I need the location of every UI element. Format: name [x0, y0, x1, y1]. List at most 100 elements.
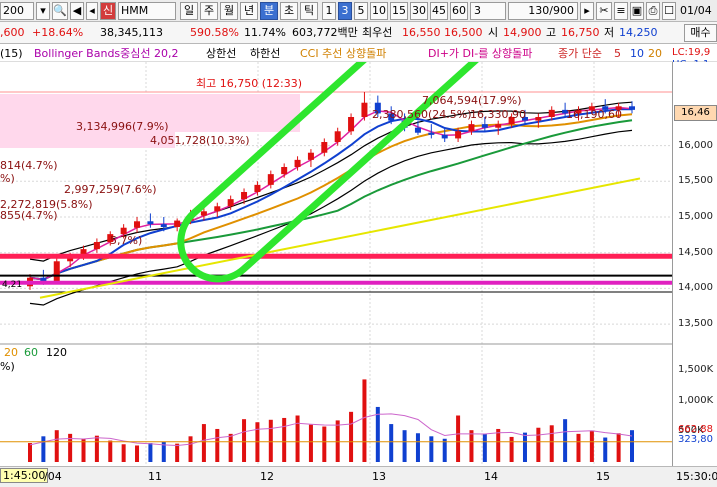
period-button[interactable]: 일: [180, 2, 198, 20]
volume-bar: [482, 433, 487, 462]
print-icon[interactable]: ⎙: [646, 2, 660, 20]
code-field[interactable]: 200: [0, 2, 34, 20]
legend-ma5[interactable]: 5: [614, 47, 621, 60]
volume-bar: [54, 430, 59, 462]
legend-di[interactable]: DI+가 DI-를 상향돌파: [428, 47, 532, 60]
period-button[interactable]: 년: [240, 2, 258, 20]
menu-icon[interactable]: ≡: [614, 2, 628, 20]
volume-bar: [496, 428, 501, 462]
candle-body: [481, 124, 488, 128]
time-end: 15:30:00: [676, 470, 717, 483]
price-chart[interactable]: 최고 16,750 (12:33) 3,134,996(7.9%)4,051,72…: [0, 62, 717, 466]
candle-body: [455, 131, 462, 139]
count-select[interactable]: 3: [470, 2, 506, 20]
volume-bar: [402, 430, 407, 462]
checkbox-icon[interactable]: ☐: [662, 2, 676, 20]
save-icon[interactable]: ▣: [630, 2, 644, 20]
volume-bar: [201, 424, 206, 462]
candle-body: [174, 220, 181, 227]
price-axis-tick: 14,500: [678, 246, 713, 258]
legend-lower[interactable]: 하한선: [250, 47, 280, 60]
speaker-icon[interactable]: ◀: [70, 2, 84, 20]
candle-body: [414, 127, 421, 133]
stock-name-field[interactable]: HMM: [118, 2, 176, 20]
interval-button[interactable]: 30: [410, 2, 428, 20]
period-button[interactable]: 초: [280, 2, 298, 20]
candle-body: [548, 109, 555, 117]
candle-body: [361, 102, 368, 117]
legend-bollinger[interactable]: Bollinger Bands중심선 20,2: [34, 47, 179, 60]
volume-bar: [28, 443, 32, 462]
legend-upper[interactable]: 상한선: [206, 47, 236, 60]
volume-label: 2,997,259(7.6%): [64, 183, 157, 196]
candle-body: [53, 261, 60, 282]
price-axis-tick: 13,500: [678, 318, 713, 330]
open-label: 시: [488, 26, 499, 39]
volume-bar: [308, 424, 313, 462]
symbol-badge: 신: [100, 2, 116, 20]
volume-legend: 120: [46, 346, 67, 359]
volume-bar: [456, 415, 461, 462]
scroll-icon[interactable]: ▸: [580, 2, 594, 20]
best-sell-price: 16,550: [402, 26, 441, 39]
low-price: 14,250: [619, 26, 658, 39]
best-price-label: 최우선: [362, 26, 393, 39]
legend-close[interactable]: 종가 단순: [558, 47, 602, 60]
date-label: 01/04: [680, 4, 712, 17]
volume-bar: [188, 436, 193, 462]
price-axis-tick: 15,000: [678, 211, 713, 222]
volume-bar: [242, 419, 247, 462]
period-button[interactable]: 틱: [300, 2, 318, 20]
best-buy-price: 16,500: [444, 26, 483, 39]
interval-button[interactable]: 60: [450, 2, 468, 20]
candle-body: [254, 184, 261, 192]
candle-body: [227, 199, 234, 207]
price-axis-tick: 15,500: [678, 175, 713, 187]
volume-legend: 60: [24, 346, 38, 359]
candle-body: [160, 224, 167, 227]
range-field[interactable]: 130/900: [508, 2, 578, 20]
period-button[interactable]: 분: [260, 2, 278, 20]
prev-icon[interactable]: ◂: [86, 2, 98, 20]
tools-icon[interactable]: ✂: [596, 2, 612, 20]
change-percent: +18.64%: [32, 26, 84, 39]
toolbar: 200 ▾ 🔍 ◀ ◂ 신 HMM 일주월년분초틱 1 3 5 10 15 30 45 60 …: [0, 0, 717, 22]
volume-axis-tick: 1,500K: [678, 364, 714, 376]
candle-body: [134, 221, 141, 228]
current-price: ,600: [0, 26, 25, 39]
time-tick: 13: [372, 470, 386, 483]
interval-button[interactable]: 45: [430, 2, 448, 20]
interval-button[interactable]: 1: [322, 2, 336, 20]
volume-label: 4,051,728(10.3%): [150, 134, 250, 147]
volume-legend: 20: [4, 346, 18, 359]
interval-button[interactable]: 3: [338, 2, 352, 20]
candle-body: [214, 206, 221, 212]
interval-button[interactable]: 5: [354, 2, 368, 20]
time-tick: 11: [148, 470, 162, 483]
current-price-tag: 16,46: [674, 104, 717, 121]
interval-button[interactable]: 15: [390, 2, 408, 20]
candle-body: [428, 132, 435, 135]
legend-ma10[interactable]: 10: [630, 47, 644, 60]
volume-bar: [589, 430, 594, 462]
volume-label: %): [0, 172, 15, 185]
dropdown-arrow-icon[interactable]: ▾: [36, 2, 50, 20]
volume-value: 38,345,113: [100, 26, 163, 39]
volume-label: 16,190,60: [566, 108, 622, 121]
time-date: /04: [44, 470, 62, 483]
volume-bar: [268, 419, 273, 462]
interval-button[interactable]: 10: [370, 2, 388, 20]
volume-ratio: 590.58%: [190, 26, 239, 39]
volume-bar: [522, 432, 527, 462]
legend-cci[interactable]: CCI 추선 상향돌파: [300, 47, 386, 60]
period-button[interactable]: 주: [200, 2, 218, 20]
high-annotation: 최고 16,750 (12:33): [196, 77, 302, 90]
volume-legend: %): [0, 360, 15, 373]
legend-ma20[interactable]: 20: [648, 47, 662, 60]
search-icon[interactable]: 🔍: [52, 2, 68, 20]
time-tick: 12: [260, 470, 274, 483]
volume-bar: [282, 417, 287, 462]
buy-button[interactable]: 매수: [684, 24, 717, 42]
high-label: 고: [546, 26, 557, 39]
period-button[interactable]: 월: [220, 2, 238, 20]
